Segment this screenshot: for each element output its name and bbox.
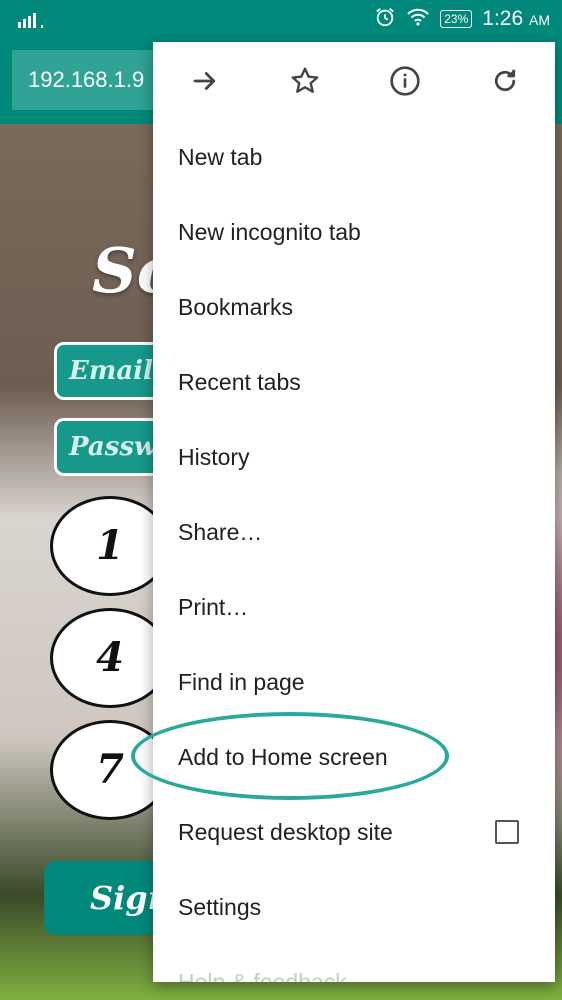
desktop-site-checkbox[interactable]	[495, 820, 519, 844]
alarm-icon	[374, 6, 396, 33]
keypad-key-1[interactable]: 1	[50, 496, 170, 596]
keypad-key-4[interactable]: 4	[50, 608, 170, 708]
menu-item-add-to-home-screen[interactable]: Add to Home screen	[153, 720, 555, 795]
menu-item-help-feedback[interactable]: Help & feedback	[153, 945, 555, 982]
menu-item-new-incognito-tab[interactable]: New incognito tab	[153, 195, 555, 270]
menu-item-label: History	[178, 444, 250, 470]
overflow-menu: New tab New incognito tab Bookmarks Rece…	[153, 42, 555, 982]
menu-item-history[interactable]: History	[153, 420, 555, 495]
menu-item-find-in-page[interactable]: Find in page	[153, 645, 555, 720]
menu-item-label: New incognito tab	[178, 219, 361, 245]
menu-item-share[interactable]: Share…	[153, 495, 555, 570]
menu-item-label: Recent tabs	[178, 369, 301, 395]
menu-item-label: Share…	[178, 519, 263, 545]
menu-item-bookmarks[interactable]: Bookmarks	[153, 270, 555, 345]
signal-icon	[18, 10, 43, 28]
keypad-key-7[interactable]: 7	[50, 720, 170, 820]
menu-item-new-tab[interactable]: New tab	[153, 120, 555, 195]
menu-toolbar	[153, 42, 555, 120]
forward-icon[interactable]	[184, 60, 226, 102]
menu-item-label: Add to Home screen	[178, 744, 388, 770]
menu-item-request-desktop-site[interactable]: Request desktop site	[153, 795, 555, 870]
page-info-icon[interactable]	[384, 60, 426, 102]
wifi-icon	[406, 7, 430, 32]
bookmark-star-icon[interactable]	[284, 60, 326, 102]
status-time: 1:26 AM	[482, 7, 550, 30]
menu-item-label: Find in page	[178, 669, 305, 695]
menu-item-print[interactable]: Print…	[153, 570, 555, 645]
menu-item-label: Help & feedback	[178, 969, 347, 982]
battery-icon: 23%	[440, 10, 473, 28]
menu-item-label: Print…	[178, 594, 249, 620]
menu-item-label: Bookmarks	[178, 294, 294, 320]
menu-item-recent-tabs[interactable]: Recent tabs	[153, 345, 555, 420]
menu-item-label: Settings	[178, 894, 262, 920]
reload-icon[interactable]	[484, 60, 526, 102]
status-bar: 23% 1:26 AM	[0, 0, 562, 38]
menu-item-settings[interactable]: Settings	[153, 870, 555, 945]
menu-item-label: New tab	[178, 144, 263, 170]
menu-item-label: Request desktop site	[178, 819, 393, 845]
